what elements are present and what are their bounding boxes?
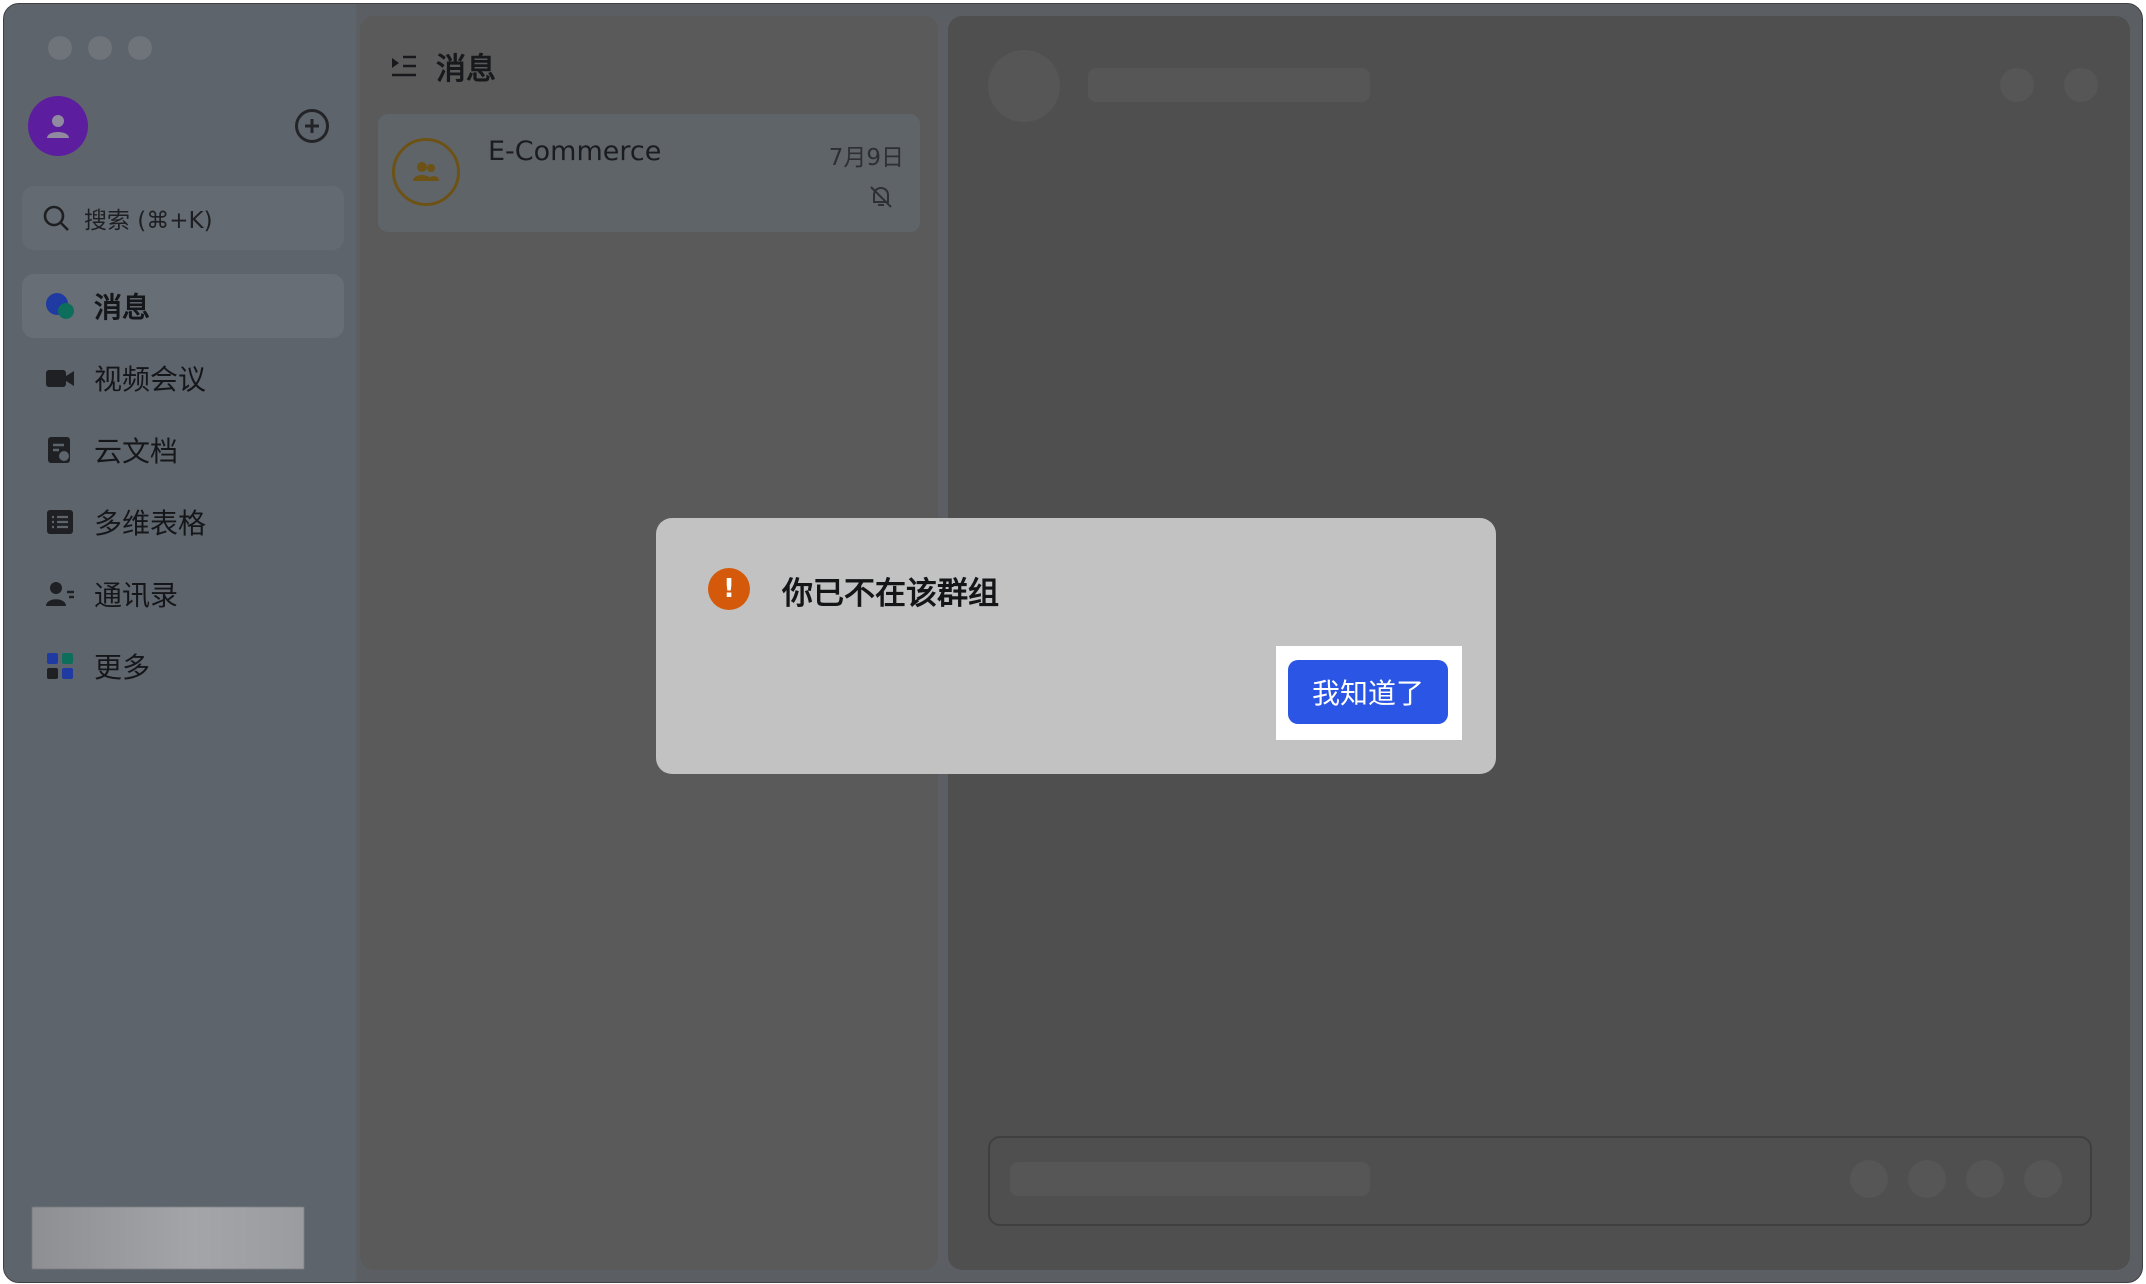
warning-icon: !	[708, 568, 750, 610]
confirm-button[interactable]: 我知道了	[1288, 660, 1448, 724]
user-avatar[interactable]	[28, 96, 88, 156]
group-icon	[413, 162, 439, 181]
placeholder-input	[1010, 1162, 1370, 1196]
message-list-header: 消息	[390, 44, 496, 88]
app-window: 搜索 (⌘+K) 消息 视频会议 云文档 多维表格 通讯录 更多 消息 E-Co…	[3, 3, 2143, 1283]
video-camera-icon	[46, 370, 74, 387]
page-title: 消息	[436, 52, 496, 87]
sidebar-item-label: 更多	[94, 651, 151, 684]
placeholder-tool	[2024, 1160, 2062, 1198]
placeholder-avatar	[988, 50, 1060, 122]
sidebar-item-label: 视频会议	[94, 363, 207, 396]
placeholder-action	[2000, 68, 2034, 102]
cloud-doc-icon	[48, 437, 70, 463]
search-icon	[43, 205, 69, 231]
removed-from-group-dialog: ! 你已不在该群组 我知道了	[656, 518, 1496, 774]
sidebar-item-label: 云文档	[94, 435, 179, 468]
group-avatar	[392, 138, 460, 206]
more-apps-icon	[47, 653, 73, 679]
search-placeholder: 搜索 (⌘+K)	[84, 208, 213, 234]
chat-date: 7月9日	[828, 145, 904, 171]
placeholder-title	[1088, 68, 1370, 102]
chat-bubbles-icon	[46, 293, 74, 319]
sidebar-item-label: 通讯录	[94, 579, 179, 612]
sidebar-item-cloud-docs[interactable]: 云文档	[22, 418, 344, 482]
sidebar-item-more[interactable]: 更多	[22, 634, 344, 698]
placeholder-tool	[1850, 1160, 1888, 1198]
sidebar-item-contacts[interactable]: 通讯录	[22, 562, 344, 626]
blurred-account-area	[32, 1207, 304, 1269]
chat-name: E-Commerce	[488, 136, 662, 167]
window-zoom-button[interactable]	[128, 36, 152, 60]
person-icon	[47, 115, 69, 138]
placeholder-action	[2064, 68, 2098, 102]
sidebar: 搜索 (⌘+K) 消息 视频会议 云文档 多维表格 通讯录 更多	[4, 4, 356, 1282]
sidebar-item-label: 多维表格	[94, 507, 207, 540]
sidebar-item-video-meeting[interactable]: 视频会议	[22, 346, 344, 410]
placeholder-tool	[1966, 1160, 2004, 1198]
search-input[interactable]: 搜索 (⌘+K)	[22, 186, 344, 250]
sidebar-item-messages[interactable]: 消息	[22, 274, 344, 338]
message-composer[interactable]	[988, 1136, 2092, 1226]
mute-bell-icon	[870, 186, 892, 208]
button-highlight-frame: 我知道了	[1276, 646, 1462, 740]
placeholder-tool	[1908, 1160, 1946, 1198]
dialog-title: 你已不在该群组	[782, 576, 999, 612]
sidebar-item-bitable[interactable]: 多维表格	[22, 490, 344, 554]
chat-list-item[interactable]: E-Commerce 7月9日	[378, 114, 920, 232]
table-grid-icon	[47, 510, 73, 534]
contacts-icon	[46, 582, 74, 606]
add-plus-icon[interactable]	[295, 109, 329, 143]
sidebar-item-label: 消息	[94, 291, 151, 324]
collapse-list-icon[interactable]	[390, 52, 418, 80]
window-minimize-button[interactable]	[88, 36, 112, 60]
window-close-button[interactable]	[48, 36, 72, 60]
